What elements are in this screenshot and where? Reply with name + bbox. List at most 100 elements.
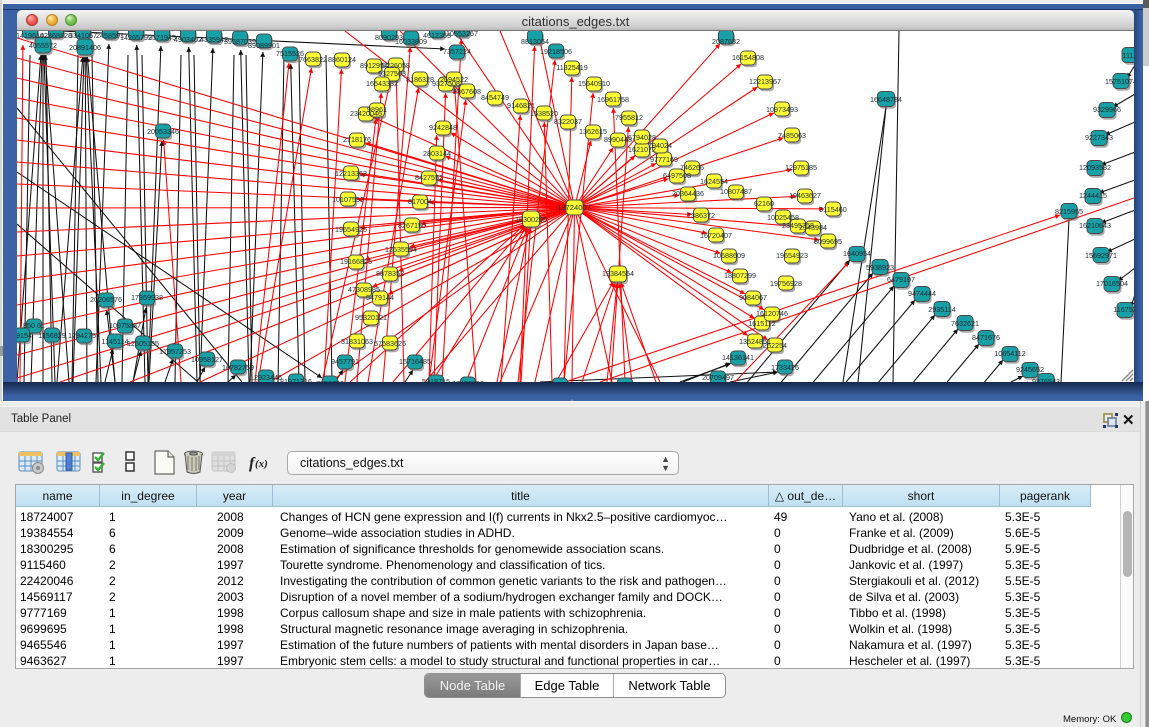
svg-text:1156829: 1156829 (38, 331, 65, 340)
svg-text:8267150: 8267150 (398, 221, 426, 230)
svg-text:16543382: 16543382 (366, 79, 398, 88)
svg-text:19463627: 19463627 (789, 191, 821, 200)
svg-text:15692971: 15692971 (1085, 251, 1117, 260)
svg-text:10654112: 10654112 (994, 349, 1025, 358)
svg-text:9329966: 9329966 (1093, 105, 1121, 114)
svg-text:7632621: 7632621 (951, 319, 979, 328)
svg-text:9474444: 9474444 (908, 289, 936, 298)
svg-text:39154: 39154 (17, 331, 32, 340)
svg-text:1615112: 1615112 (748, 319, 775, 328)
svg-text:19654923: 19654923 (776, 251, 808, 260)
svg-text:2571945: 2571945 (148, 33, 176, 42)
svg-text:9242848: 9242848 (429, 123, 457, 132)
svg-text:10975887: 10975887 (109, 321, 141, 330)
svg-text:8454749: 8454749 (481, 93, 509, 102)
svg-text:4903402: 4903402 (174, 35, 202, 44)
svg-text:19756928: 19756928 (770, 279, 802, 288)
svg-text:7386372: 7386372 (687, 211, 715, 220)
svg-text:8215955: 8215955 (1055, 207, 1083, 216)
svg-text:31831063: 31831063 (341, 337, 373, 346)
svg-text:17359938: 17359938 (131, 293, 163, 302)
svg-text:8878352: 8878352 (376, 269, 404, 278)
svg-text:16961758: 16961758 (597, 95, 629, 104)
svg-text:5479144: 5479144 (366, 293, 394, 302)
svg-text:1244415: 1244415 (1079, 191, 1107, 200)
svg-text:20206576: 20206576 (90, 295, 122, 304)
svg-text:817004: 817004 (408, 197, 432, 206)
svg-text:10958127: 10958127 (191, 355, 223, 364)
svg-text:7955812: 7955812 (615, 113, 643, 122)
svg-text:2694522: 2694522 (440, 75, 468, 84)
svg-text:16720407: 16720407 (700, 231, 732, 240)
svg-text:1145114: 1145114 (102, 337, 129, 346)
svg-text:18807299: 18807299 (724, 271, 756, 280)
svg-text:1112: 1112 (1123, 51, 1134, 60)
svg-text:5938923: 5938923 (866, 263, 894, 272)
svg-text:2935114: 2935114 (928, 305, 955, 314)
svg-text:2343984: 2343984 (799, 223, 827, 232)
svg-text:18300295: 18300295 (515, 215, 547, 224)
svg-text:12975185: 12975185 (785, 163, 817, 172)
svg-text:4055572: 4055572 (29, 41, 57, 50)
svg-text:8813054: 8813054 (521, 37, 549, 46)
svg-text:15716485: 15716485 (399, 357, 431, 366)
svg-text:11325419: 11325419 (556, 63, 587, 72)
svg-text:850 61: 850 61 (23, 321, 45, 330)
svg-text:12213967: 12213967 (749, 77, 781, 86)
svg-text:19166825: 19166825 (340, 257, 372, 266)
svg-text:7663822: 7663822 (299, 55, 327, 64)
svg-text:8186328: 8186328 (406, 75, 434, 84)
svg-text:19384554: 19384554 (602, 269, 634, 278)
svg-text:2087682: 2087682 (712, 37, 740, 46)
svg-text:10653267: 10653267 (446, 31, 478, 38)
svg-text:2867608: 2867608 (453, 87, 481, 96)
svg-text:15751074: 15751074 (1105, 77, 1134, 86)
svg-text:8099695: 8099695 (814, 237, 842, 246)
svg-text:1640954: 1640954 (843, 249, 871, 258)
svg-text:794024: 794024 (648, 141, 672, 150)
svg-text:8322037: 8322037 (554, 117, 582, 126)
svg-text:12942757: 12942757 (68, 331, 100, 340)
svg-text:8860124: 8860124 (328, 55, 356, 64)
svg-text:2803144: 2803144 (423, 149, 451, 158)
svg-text:87490893: 87490893 (452, 379, 484, 382)
svg-text:10973493: 10973493 (766, 105, 798, 114)
svg-text:9457791: 9457791 (331, 357, 359, 366)
svg-text:20891406: 20891406 (69, 43, 101, 52)
svg-text:17957253: 17957253 (159, 347, 191, 356)
svg-text:9227343: 9227343 (1085, 133, 1113, 142)
svg-text:14136141: 14136141 (722, 353, 754, 362)
svg-text:62160: 62160 (754, 199, 774, 208)
svg-text:13535594: 13535594 (385, 245, 417, 254)
svg-text:8471676: 8471676 (972, 333, 1000, 342)
svg-text:10807487: 10807487 (720, 187, 752, 196)
svg-text:10688609: 10688609 (713, 251, 745, 260)
svg-text:2718176: 2718176 (343, 135, 371, 144)
svg-text:6479197: 6479197 (887, 275, 915, 284)
svg-text:16648784: 16648784 (870, 95, 902, 104)
svg-text:20053346: 20053346 (147, 127, 179, 136)
svg-text:3341057: 3341057 (69, 31, 97, 40)
svg-text:12093582: 12093582 (1079, 163, 1111, 172)
svg-text:9115460: 9115460 (819, 205, 846, 214)
svg-text:8427552: 8427552 (415, 173, 443, 182)
svg-text:7485063: 7485063 (778, 131, 806, 140)
svg-text:42868828: 42868828 (40, 31, 72, 40)
svg-text:16210643: 16210643 (1079, 221, 1111, 230)
svg-text:12213363: 12213363 (335, 169, 367, 178)
svg-text:1362615: 1362615 (579, 127, 607, 136)
svg-text:116753: 116753 (1113, 305, 1134, 314)
svg-text:19654925: 19654925 (335, 225, 367, 234)
svg-text:9245652: 9245652 (1016, 365, 1044, 374)
svg-text:17016504: 17016504 (1096, 279, 1128, 288)
svg-text:252254: 252254 (763, 341, 787, 350)
svg-text:9876543: 9876543 (1032, 377, 1060, 382)
svg-text:4823498: 4823498 (611, 381, 639, 382)
svg-text:2166941: 2166941 (546, 381, 574, 382)
svg-text:81971316: 81971316 (280, 377, 312, 382)
svg-text:12923446: 12923446 (250, 373, 282, 382)
svg-text:16120746: 16120746 (756, 309, 788, 318)
svg-text:5918715: 5918715 (422, 377, 450, 382)
svg-text:16154808: 16154808 (732, 53, 764, 62)
svg-text:9777169: 9777169 (650, 155, 678, 164)
